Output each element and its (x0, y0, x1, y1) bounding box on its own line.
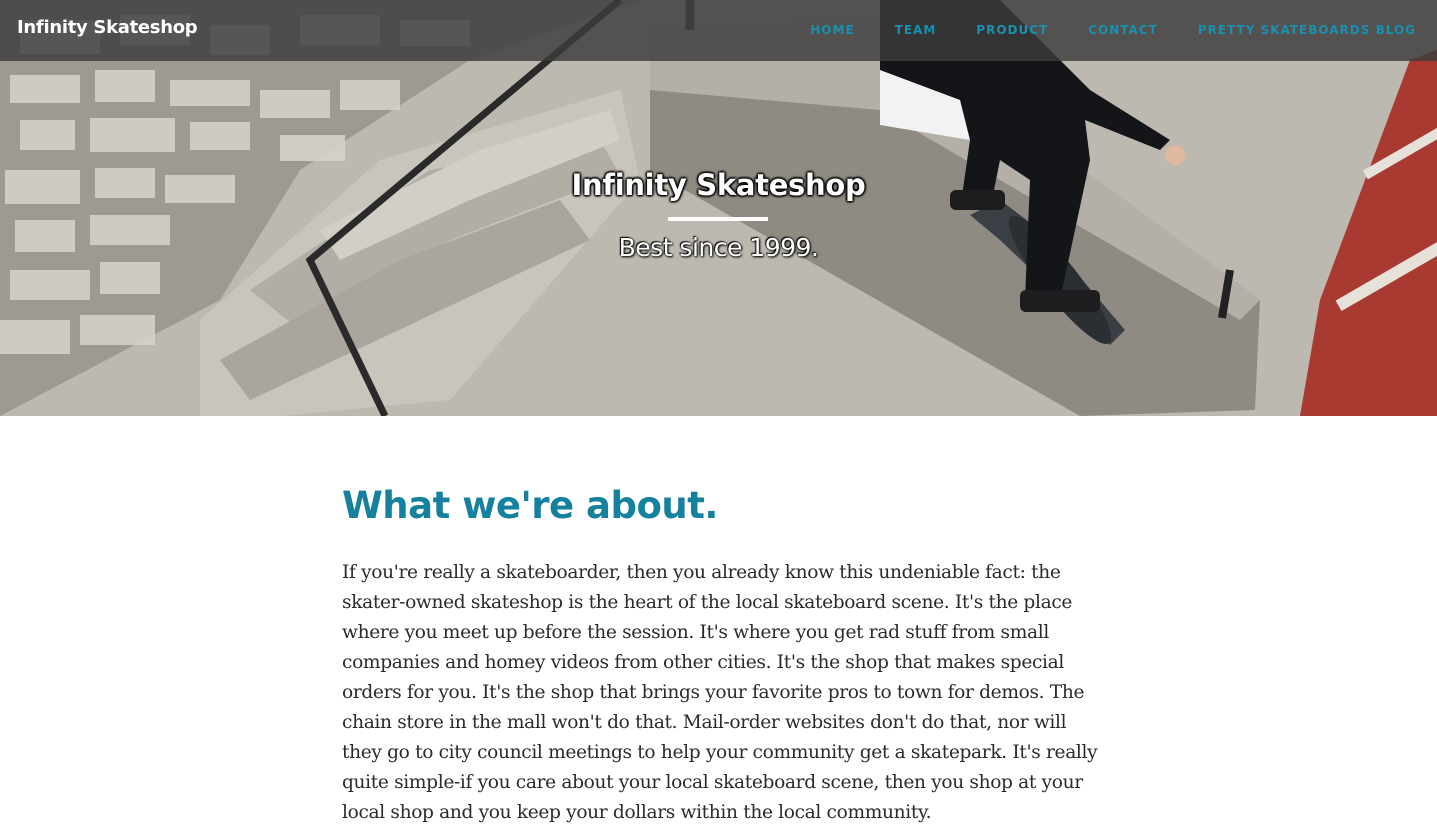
nav-link-contact[interactable]: CONTACT (1088, 23, 1158, 37)
nav-link-product[interactable]: PRODUCT (976, 23, 1048, 37)
nav-link-home[interactable]: HOME (810, 23, 854, 37)
hero-background-image (0, 0, 1437, 416)
hero-banner (0, 0, 1437, 416)
brand-logo-link[interactable]: Infinity Skateshop (17, 17, 198, 38)
hero-title: Infinity Skateshop (571, 168, 866, 202)
about-section: What we're about. If you're really a ska… (342, 480, 1102, 825)
hero-subtitle: Best since 1999. (618, 233, 819, 262)
about-heading: What we're about. (342, 484, 718, 527)
nav-links: HOME TEAM PRODUCT CONTACT PRETTY SKATEBO… (770, 23, 1416, 37)
navbar: Infinity Skateshop HOME TEAM PRODUCT CON… (0, 0, 1437, 61)
hero-divider (668, 217, 768, 221)
about-body-text: If you're really a skateboarder, then yo… (342, 562, 1098, 823)
nav-link-team[interactable]: TEAM (895, 23, 937, 37)
nav-link-blog[interactable]: PRETTY SKATEBOARDS BLOG (1198, 23, 1416, 37)
